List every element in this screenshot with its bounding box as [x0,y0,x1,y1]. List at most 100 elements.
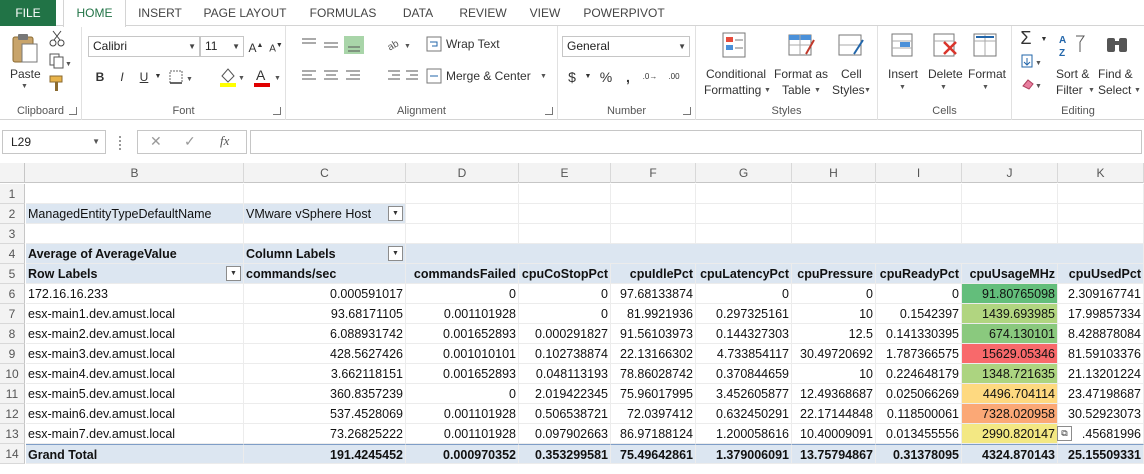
value-cell[interactable]: 81.59103376 [1058,344,1144,364]
column-field-header[interactable]: cpuIdlePct [611,264,696,284]
decrease-decimal-icon[interactable]: .00 [664,67,684,87]
format-as-label[interactable]: Format as [774,67,828,81]
value-cell[interactable]: 0 [406,284,519,304]
number-launcher-icon[interactable] [683,107,691,115]
vertical-align-icons[interactable] [298,34,378,56]
column-labels-dropdown-icon[interactable]: ▼ [388,246,403,261]
value-cell[interactable]: 12.49368687 [792,384,876,404]
row-label[interactable]: esx-main5.dev.amust.local [26,384,244,404]
empty-cell[interactable] [519,224,611,244]
heatmap-cell[interactable]: 674.130101 [962,324,1058,344]
formatting-label[interactable]: Formatting [704,83,761,97]
value-cell[interactable]: 30.49720692 [792,344,876,364]
wrap-text-icon[interactable] [426,36,442,52]
value-cell[interactable]: 3.662118151 [244,364,406,384]
row-header[interactable]: 3 [0,224,25,244]
fill-icon[interactable]: ▼ [1020,54,1048,70]
value-cell[interactable]: 10 [792,364,876,384]
row-labels-dropdown-icon[interactable]: ▼ [226,266,241,281]
select-all-corner[interactable] [0,163,25,183]
empty-cell[interactable] [26,224,244,244]
cell-styles-label[interactable]: Styles [832,83,865,97]
pivot-data-title[interactable]: Average of AverageValue [26,244,244,264]
merge-center-icon[interactable] [426,68,442,84]
value-cell[interactable]: 428.5627426 [244,344,406,364]
value-cell[interactable]: 0.001101928 [406,404,519,424]
value-cell[interactable]: 6.088931742 [244,324,406,344]
value-cell[interactable]: 0.118500061 [876,404,962,424]
font-launcher-icon[interactable] [273,107,281,115]
tab-insert[interactable]: INSERT [130,0,190,26]
row-label[interactable]: esx-main3.dev.amust.local [26,344,244,364]
value-cell[interactable]: 22.17144848 [792,404,876,424]
grand-total-value[interactable]: 1.379006091 [696,444,792,464]
value-cell[interactable]: 0.048113193 [519,364,611,384]
row-header[interactable]: 7 [0,304,25,324]
empty-cell[interactable] [696,204,792,224]
empty-cell[interactable] [519,184,611,204]
column-header-f[interactable]: F [611,163,696,183]
value-cell[interactable]: 2.019422345 [519,384,611,404]
column-field-header[interactable]: commands/sec [244,264,406,284]
value-cell[interactable]: 0.224648179 [876,364,962,384]
font-color-icon[interactable]: A ▼ [252,66,282,88]
row-label[interactable]: esx-main4.dev.amust.local [26,364,244,384]
column-field-header[interactable]: cpuUsageMHz [962,264,1058,284]
value-cell[interactable]: 0.001010101 [406,344,519,364]
grand-total-label[interactable]: Grand Total [26,444,244,464]
insert-button[interactable]: Insert [888,67,918,81]
tab-home[interactable]: HOME [63,0,126,27]
empty-cell[interactable] [406,224,519,244]
value-cell[interactable]: 4.733854117 [696,344,792,364]
row-header[interactable]: 11 [0,384,25,404]
increase-decimal-icon[interactable]: .0→ [640,67,660,87]
empty-cell[interactable] [611,224,696,244]
autosum-dropdown-icon[interactable]: ▼ [1034,30,1054,50]
row-labels-header[interactable]: Row Labels [26,264,244,284]
value-cell[interactable]: 0.013455556 [876,424,962,444]
row-header[interactable]: 14 [0,444,25,464]
indent-icons[interactable] [386,68,422,84]
column-field-header[interactable]: cpuUsedPct [1058,264,1144,284]
grand-total-value[interactable]: 0.000970352 [406,444,519,464]
grand-total-value[interactable]: 25.15509331 [1058,444,1144,464]
empty-cell[interactable] [876,224,962,244]
heatmap-cell[interactable]: 15629.05346 [962,344,1058,364]
value-cell[interactable]: 81.9921936 [611,304,696,324]
tab-formulas[interactable]: FORMULAS [302,0,384,26]
filter-label[interactable]: Filter [1056,83,1083,97]
value-cell[interactable]: 0.001652893 [406,364,519,384]
filter-field-label[interactable]: ManagedEntityTypeDefaultName [26,204,244,224]
empty-cell[interactable] [792,204,876,224]
value-cell[interactable]: 17.99857334 [1058,304,1144,324]
empty-cell[interactable] [406,184,519,204]
grand-total-value[interactable]: 75.49642861 [611,444,696,464]
row-label[interactable]: 172.16.16.233 [26,284,244,304]
value-cell[interactable]: 2.309167741 [1058,284,1144,304]
value-cell[interactable]: 10 [792,304,876,324]
filter-applied-icon[interactable]: ▼ [388,206,403,221]
cell-label[interactable]: Cell [841,67,862,81]
row-header[interactable]: 9 [0,344,25,364]
heatmap-cell[interactable]: 2990.820147 [962,424,1058,444]
column-field-header[interactable]: commandsFailed [406,264,519,284]
sort-filter-label[interactable]: Sort & [1056,67,1089,81]
currency-dropdown-icon[interactable]: ▼ [578,67,598,87]
sort-filter-icon[interactable]: A Z [1058,32,1086,60]
empty-cell[interactable] [1058,204,1144,224]
value-cell[interactable]: 0 [406,384,519,404]
clipboard-launcher-icon[interactable] [69,107,77,115]
tab-view[interactable]: VIEW [522,0,568,26]
value-cell[interactable]: 0.001101928 [406,304,519,324]
row-label[interactable]: esx-main2.dev.amust.local [26,324,244,344]
column-field-header[interactable]: cpuLatencyPct [696,264,792,284]
value-cell[interactable]: 97.68133874 [611,284,696,304]
value-cell[interactable]: 75.96017995 [611,384,696,404]
paste-options-icon[interactable]: ⧉ [1057,426,1072,441]
resize-handle-icon[interactable] [119,136,122,150]
wrap-text-button[interactable]: Wrap Text [446,37,500,51]
heatmap-cell[interactable]: 1348.721635 [962,364,1058,384]
filter-value[interactable]: VMware vSphere Host [244,204,406,224]
table-label[interactable]: Table [782,83,811,97]
row-header[interactable]: 10 [0,364,25,384]
